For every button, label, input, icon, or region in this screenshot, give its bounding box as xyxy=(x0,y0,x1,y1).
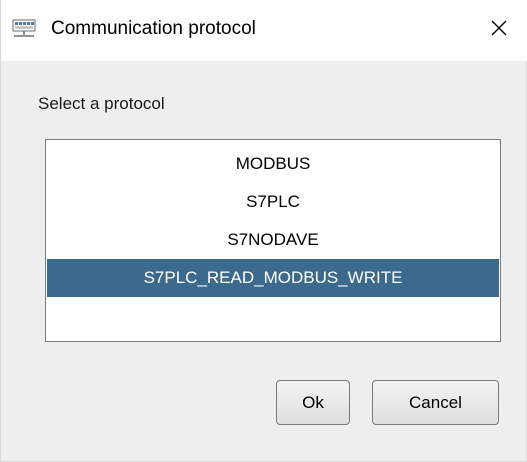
protocol-item-s7plc[interactable]: S7PLC xyxy=(47,183,499,221)
title-bar[interactable]: Communication protocol xyxy=(1,0,527,61)
close-button[interactable] xyxy=(470,0,527,61)
dialog-content: Select a protocol MODBUS S7PLC S7NODAVE … xyxy=(1,61,526,461)
cancel-button[interactable]: Cancel xyxy=(372,380,499,425)
dialog-window: Communication protocol Select a protocol… xyxy=(0,0,527,462)
protocol-item-modbus[interactable]: MODBUS xyxy=(47,145,499,183)
ok-button[interactable]: Ok xyxy=(276,380,350,425)
protocol-list[interactable]: MODBUS S7PLC S7NODAVE S7PLC_READ_MODBUS_… xyxy=(45,139,501,342)
protocol-prompt-label: Select a protocol xyxy=(38,94,165,113)
protocol-item-s7plc-read-modbus-write[interactable]: S7PLC_READ_MODBUS_WRITE xyxy=(47,259,499,297)
protocol-item-s7nodave[interactable]: S7NODAVE xyxy=(47,221,499,259)
network-icon xyxy=(12,19,36,39)
close-icon xyxy=(490,19,508,42)
window-title: Communication protocol xyxy=(51,18,256,39)
